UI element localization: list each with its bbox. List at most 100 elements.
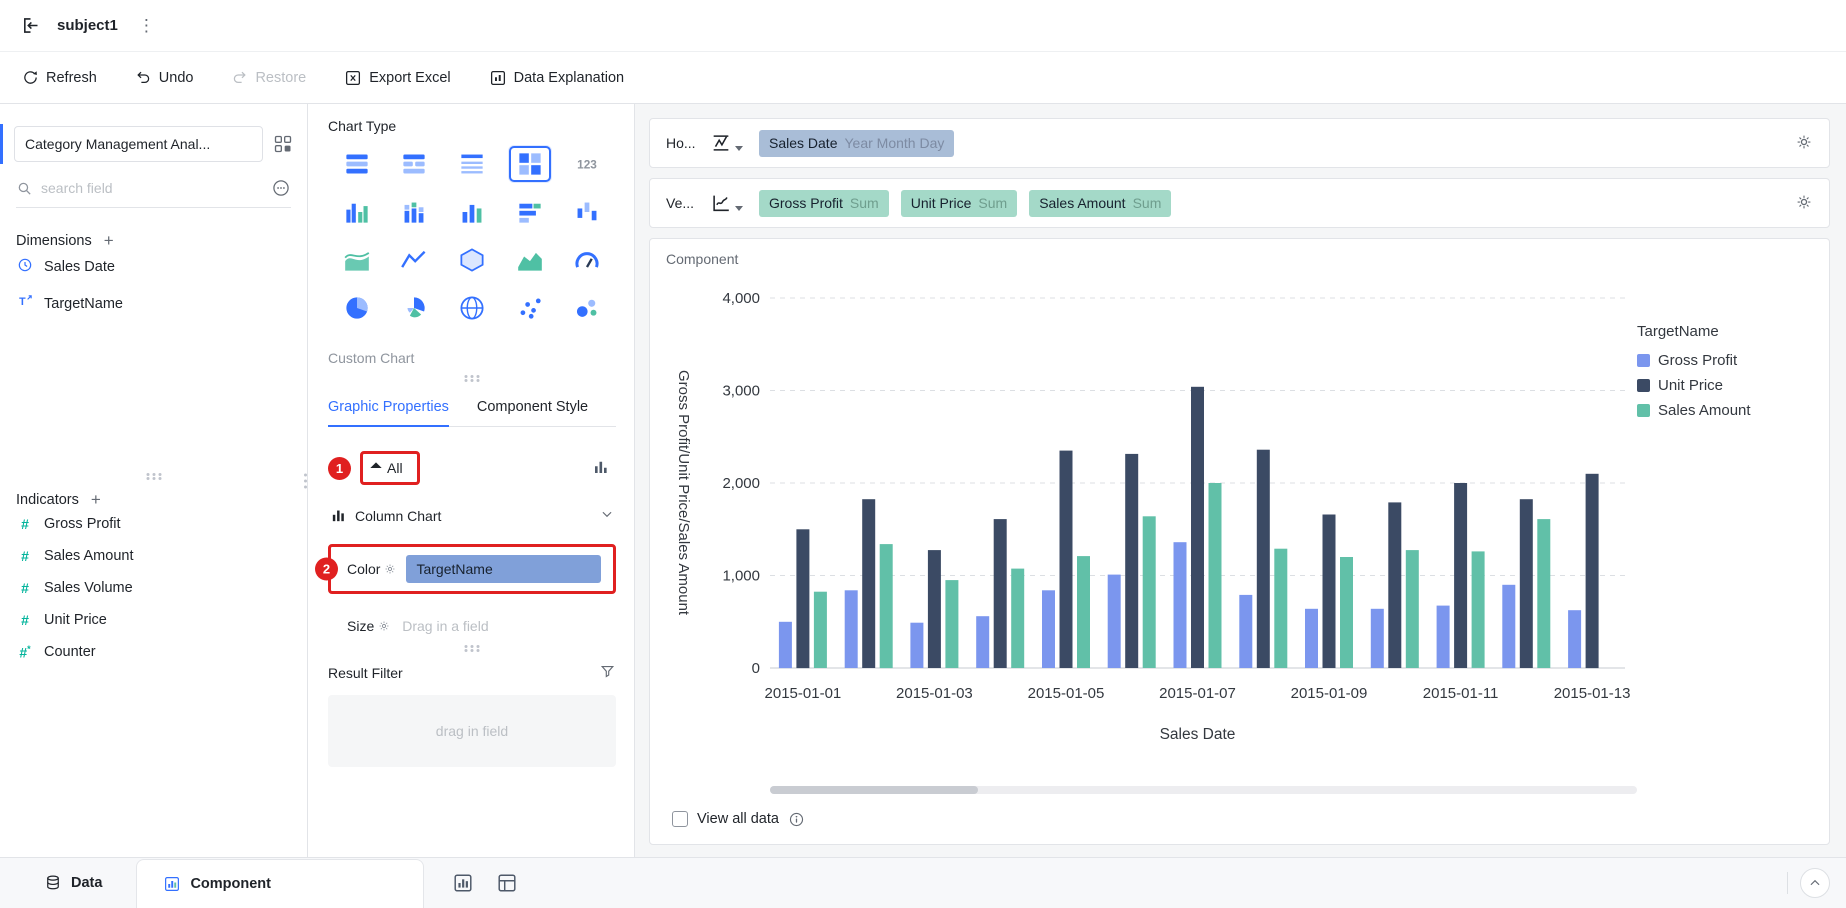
view-all-data-label: View all data bbox=[697, 811, 779, 827]
column-chart[interactable]: 0 1,000 2,000 3,000 4,000 2015-01-01 2015-01-0… bbox=[692, 273, 1637, 753]
hash-icon: # bbox=[21, 580, 29, 596]
gauge-chart-type-icon[interactable] bbox=[566, 242, 608, 278]
app-root: subject1 ⋮ Refresh Undo Restore Export E… bbox=[0, 0, 1846, 908]
gross-profit-pill[interactable]: Gross Profit Sum bbox=[759, 189, 889, 217]
drag-handle-icon[interactable] bbox=[328, 644, 616, 653]
radar-chart-type-icon[interactable] bbox=[451, 242, 493, 278]
svg-text:T: T bbox=[19, 296, 26, 308]
all-toggle[interactable]: All bbox=[387, 460, 403, 476]
size-drop-target[interactable]: Drag in a field bbox=[402, 618, 488, 634]
title-bar: subject1 ⋮ bbox=[0, 0, 1846, 52]
funnel-icon[interactable] bbox=[599, 663, 616, 683]
scrollbar-thumb[interactable] bbox=[770, 786, 979, 794]
exit-icon[interactable] bbox=[20, 15, 41, 36]
color-field-pill[interactable]: TargetName bbox=[406, 555, 601, 583]
vertical-axis-icon[interactable] bbox=[710, 192, 743, 214]
info-icon[interactable] bbox=[788, 811, 805, 828]
scatter-chart-type-icon[interactable] bbox=[509, 290, 551, 326]
horizontal-axis-icon[interactable] bbox=[710, 132, 743, 154]
detail-table-chart-type-icon[interactable] bbox=[451, 146, 493, 182]
switch-dataset-icon[interactable] bbox=[273, 134, 293, 154]
dropdown-caret-icon bbox=[735, 146, 743, 151]
unit-price-pill[interactable]: Unit Price Sum bbox=[900, 189, 1018, 217]
field-sales-volume[interactable]: # Sales Volume bbox=[0, 572, 307, 604]
gear-icon[interactable] bbox=[384, 563, 396, 575]
refresh-button[interactable]: Refresh bbox=[22, 69, 97, 86]
chart-legend: TargetName Gross Profit Unit Price Sales… bbox=[1637, 273, 1807, 782]
view-all-data-checkbox[interactable] bbox=[672, 811, 688, 827]
add-dimension-button[interactable]: + bbox=[104, 232, 114, 249]
color-label: Color bbox=[347, 561, 396, 577]
axis-settings-icon[interactable] bbox=[1795, 193, 1813, 214]
line-chart-type-icon[interactable] bbox=[393, 242, 435, 278]
range-bar-chart-type-icon[interactable] bbox=[566, 194, 608, 230]
export-excel-button[interactable]: Export Excel bbox=[344, 69, 451, 87]
dataset-selector-row: Category Management Anal... bbox=[0, 124, 293, 164]
component-chart-card: Component Gross Profit/Unit Price/Sales … bbox=[649, 238, 1830, 845]
field-counter[interactable]: #* Counter bbox=[0, 636, 307, 669]
chart-kind-select[interactable]: Column Chart bbox=[328, 501, 616, 530]
rose-pie-chart-type-icon[interactable] bbox=[393, 290, 435, 326]
info-table-chart-type-icon[interactable] bbox=[393, 146, 435, 182]
mini-column-chart-icon[interactable] bbox=[592, 458, 610, 479]
bubble-chart-type-icon[interactable] bbox=[566, 290, 608, 326]
legend-item-gross-profit[interactable]: Gross Profit bbox=[1637, 352, 1807, 369]
drag-handle-icon[interactable] bbox=[328, 374, 616, 383]
result-filter-row: Result Filter bbox=[328, 663, 616, 683]
canvas-area: Ho... Sales Date Year Month Day Ve... Gr… bbox=[635, 104, 1846, 857]
sales-date-pill[interactable]: Sales Date Year Month Day bbox=[759, 129, 955, 157]
add-table-icon[interactable] bbox=[496, 872, 518, 894]
restore-icon bbox=[234, 71, 247, 84]
custom-chart-label[interactable]: Custom Chart bbox=[328, 350, 616, 366]
body: Category Management Anal... Dimensions + bbox=[0, 104, 1846, 857]
tab-data[interactable]: Data bbox=[0, 858, 136, 908]
tab-component[interactable]: Component bbox=[136, 859, 425, 908]
field-targetname[interactable]: T TargetName bbox=[0, 285, 307, 322]
hash-icon: # bbox=[21, 612, 29, 628]
svg-text:2015-01-05: 2015-01-05 bbox=[1028, 685, 1105, 702]
more-options-icon[interactable]: ⋮ bbox=[134, 16, 159, 36]
properties-tabs: Graphic Properties Component Style bbox=[328, 399, 616, 427]
gear-icon[interactable] bbox=[378, 620, 390, 632]
dataset-selector[interactable]: Category Management Anal... bbox=[14, 126, 263, 162]
indicator-card-chart-type-icon[interactable]: 123 bbox=[566, 146, 608, 182]
restore-button[interactable]: Restore bbox=[231, 69, 306, 86]
area-chart-type-icon[interactable] bbox=[509, 242, 551, 278]
horizontal-axis-row: Ho... Sales Date Year Month Day bbox=[649, 118, 1830, 168]
stacked-horizontal-bar-chart-type-icon[interactable] bbox=[509, 194, 551, 230]
tab-component-style[interactable]: Component Style bbox=[477, 399, 588, 426]
field-sales-amount[interactable]: # Sales Amount bbox=[0, 540, 307, 572]
grouped-bar-chart-type-icon[interactable] bbox=[336, 194, 378, 230]
field-unit-price[interactable]: # Unit Price bbox=[0, 604, 307, 636]
add-indicator-button[interactable]: + bbox=[91, 491, 101, 508]
axis-settings-icon[interactable] bbox=[1795, 133, 1813, 154]
add-chart-icon[interactable] bbox=[452, 872, 474, 894]
chart-horizontal-scrollbar[interactable] bbox=[770, 786, 1637, 794]
stream-area-chart-type-icon[interactable] bbox=[336, 242, 378, 278]
field-sales-date[interactable]: Sales Date bbox=[0, 249, 307, 285]
field-options-icon[interactable] bbox=[271, 178, 291, 198]
summary-table-chart-type-icon[interactable] bbox=[336, 146, 378, 182]
undo-button[interactable]: Undo bbox=[135, 69, 193, 86]
field-gross-profit[interactable]: # Gross Profit bbox=[0, 508, 307, 540]
legend-item-sales-amount[interactable]: Sales Amount bbox=[1637, 402, 1807, 419]
data-explanation-button[interactable]: Data Explanation bbox=[489, 69, 624, 87]
pie-chart-type-icon[interactable] bbox=[336, 290, 378, 326]
collapse-caret-icon[interactable] bbox=[370, 462, 382, 474]
collapse-panel-button[interactable] bbox=[1800, 868, 1830, 898]
bar-chart-type-icon[interactable] bbox=[451, 194, 493, 230]
quadrant-chart-type-icon[interactable] bbox=[508, 146, 551, 182]
annotation-2-badge: 2 bbox=[315, 557, 338, 581]
tab-graphic-properties[interactable]: Graphic Properties bbox=[328, 399, 449, 427]
result-filter-drop-zone[interactable]: drag in field bbox=[328, 695, 616, 767]
size-label: Size bbox=[347, 618, 390, 634]
search-field-input[interactable] bbox=[41, 180, 263, 196]
annotation-2-box: Color TargetName bbox=[328, 544, 616, 594]
svg-text:2015-01-07: 2015-01-07 bbox=[1159, 685, 1236, 702]
stacked-bar-chart-type-icon[interactable] bbox=[393, 194, 435, 230]
map-chart-type-icon[interactable] bbox=[451, 290, 493, 326]
legend-item-unit-price[interactable]: Unit Price bbox=[1637, 377, 1807, 394]
indicators-header: Indicators + bbox=[16, 490, 101, 509]
sidebar-splitter-handle[interactable] bbox=[0, 472, 307, 481]
sales-amount-pill[interactable]: Sales Amount Sum bbox=[1029, 189, 1172, 217]
